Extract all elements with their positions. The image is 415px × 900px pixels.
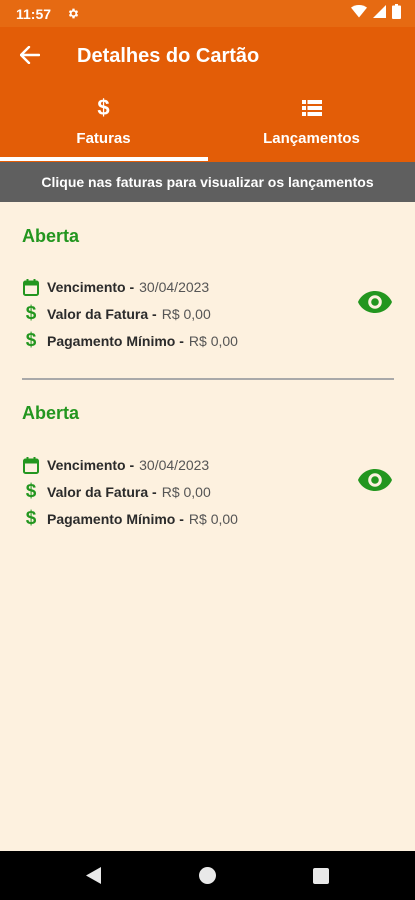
minimum-payment-value: R$ 0,00: [188, 511, 238, 527]
system-nav-bar: [0, 851, 415, 900]
hint-banner: Clique nas faturas para visualizar os la…: [0, 162, 415, 202]
tab-lancamentos-label: Lançamentos: [263, 130, 360, 147]
minimum-payment-row: $ Pagamento Mínimo - R$ 0,00: [22, 508, 238, 530]
invoice-status: Aberta: [22, 226, 80, 246]
tab-faturas-label: Faturas: [76, 130, 131, 147]
dollar-icon: $: [25, 481, 37, 502]
due-date-label: Vencimento -: [47, 279, 135, 295]
minimum-payment-label: Pagamento Mínimo -: [47, 333, 184, 349]
calendar-icon: [22, 277, 40, 297]
dollar-icon: $: [25, 330, 37, 351]
invoice-status: Aberta: [22, 403, 80, 423]
app-bar: Detalhes do Cartão $ Faturas Lançamentos: [0, 27, 415, 162]
minimum-payment-label: Pagamento Mínimo -: [47, 511, 184, 527]
battery-icon: [392, 3, 401, 24]
active-tab-indicator: [0, 157, 208, 161]
due-date-value: 30/04/2023: [139, 457, 210, 473]
dollar-icon: $: [97, 95, 110, 120]
invoice-amount-label: Valor da Fatura -: [47, 306, 157, 322]
nav-home-icon[interactable]: [199, 867, 216, 884]
view-invoice-eye-icon[interactable]: [355, 287, 395, 317]
minimum-payment-value: R$ 0,00: [188, 333, 238, 349]
status-time: 11:57: [16, 5, 52, 22]
back-arrow-icon[interactable]: [18, 43, 42, 67]
list-icon: [301, 95, 322, 121]
tab-faturas[interactable]: $ Faturas: [0, 95, 207, 162]
dollar-icon: $: [25, 303, 37, 324]
due-date-row: Vencimento - 30/04/2023: [22, 454, 209, 476]
view-invoice-eye-icon[interactable]: [355, 465, 395, 495]
due-date-value: 30/04/2023: [139, 279, 210, 295]
invoice-amount-value: R$ 0,00: [161, 306, 211, 322]
dollar-icon: $: [25, 508, 37, 529]
tab-lancamentos[interactable]: Lançamentos: [208, 95, 415, 162]
wifi-icon: [351, 4, 367, 23]
page-title: Detalhes do Cartão: [77, 45, 260, 67]
invoice-amount-row: $ Valor da Fatura - R$ 0,00: [22, 303, 211, 325]
invoice-amount-value: R$ 0,00: [161, 484, 211, 500]
invoice-amount-row: $ Valor da Fatura - R$ 0,00: [22, 481, 211, 503]
due-date-row: Vencimento - 30/04/2023: [22, 276, 209, 298]
status-bar: 11:57: [0, 0, 415, 27]
due-date-label: Vencimento -: [47, 457, 135, 473]
calendar-icon: [22, 455, 40, 475]
nav-back-icon[interactable]: [86, 867, 101, 889]
nav-recents-icon[interactable]: [313, 868, 329, 884]
settings-gear-icon: [67, 7, 80, 20]
invoice-amount-label: Valor da Fatura -: [47, 484, 157, 500]
minimum-payment-row: $ Pagamento Mínimo - R$ 0,00: [22, 330, 238, 352]
signal-icon: [373, 4, 386, 23]
divider: [22, 378, 394, 380]
